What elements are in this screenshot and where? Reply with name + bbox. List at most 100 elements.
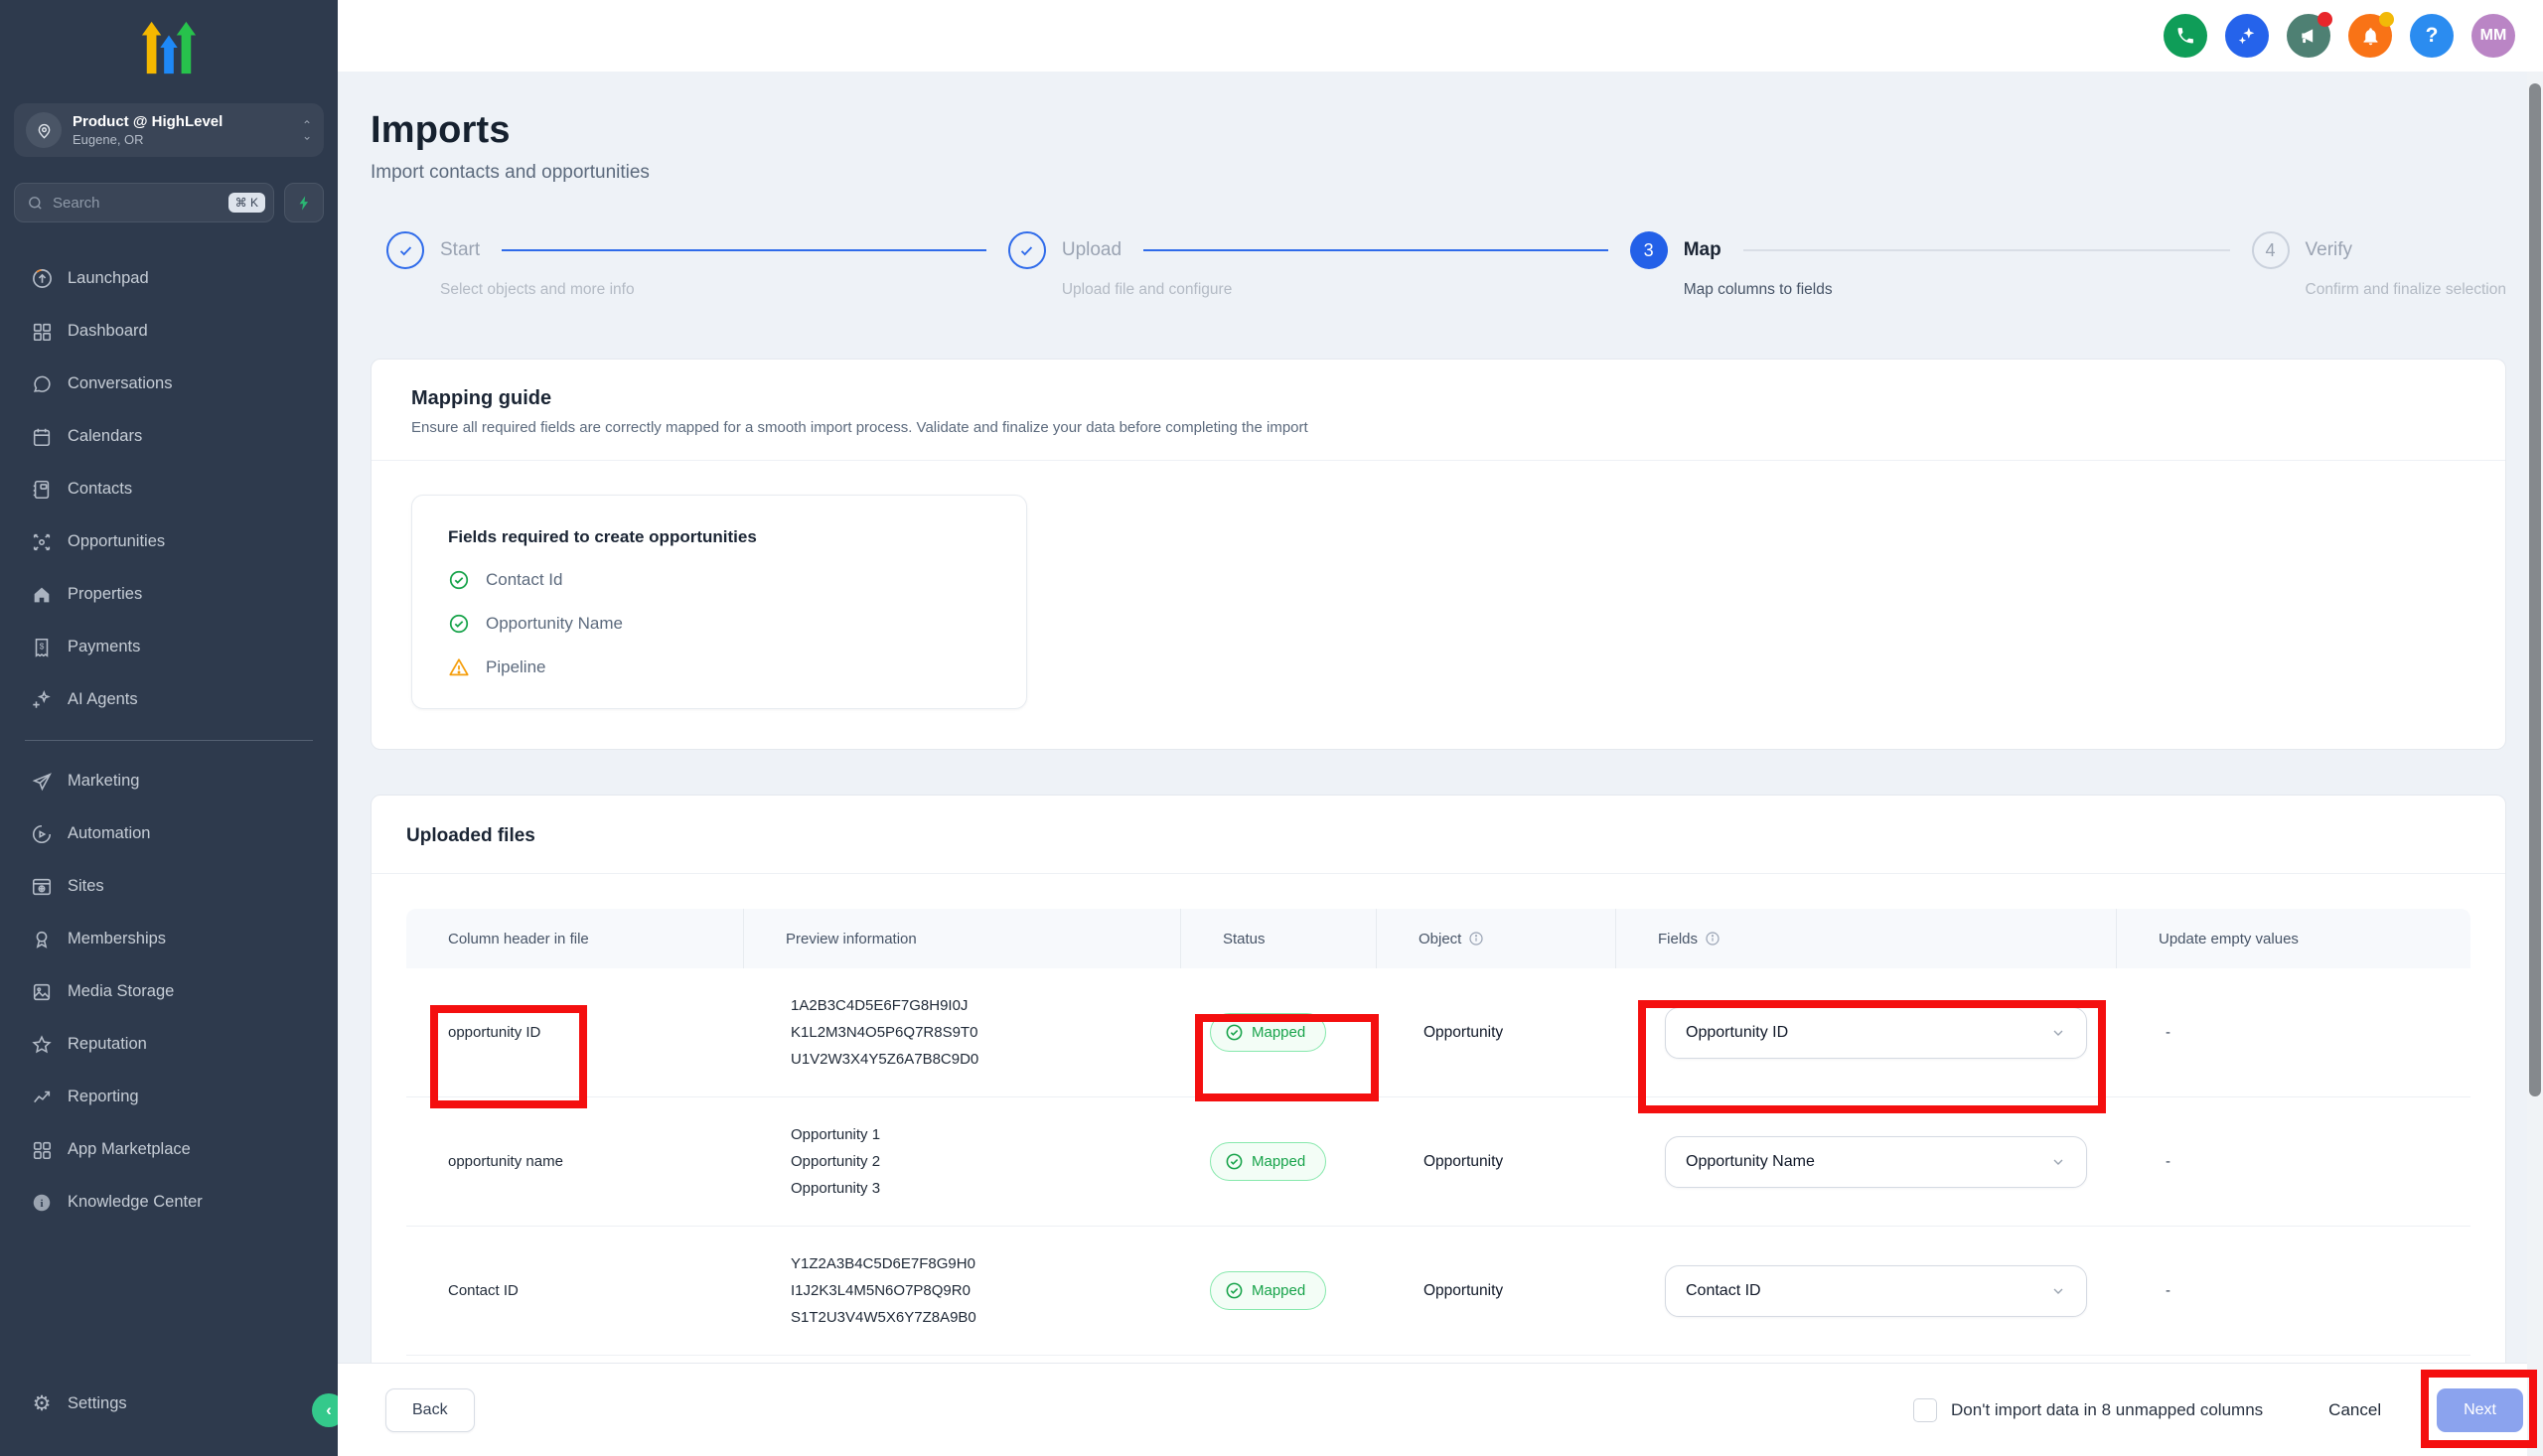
sidebar-item-knowledge-center[interactable]: i Knowledge Center xyxy=(0,1176,338,1229)
step-label: Verify xyxy=(2306,239,2353,261)
account-switcher[interactable]: Product @ HighLevel Eugene, OR ⌃⌃ xyxy=(14,103,324,157)
opportunities-network-icon xyxy=(30,530,54,554)
sidebar-item-contacts[interactable]: Contacts xyxy=(0,463,338,515)
step-upload[interactable]: Upload Upload file and configure xyxy=(1008,231,1630,299)
dont-import-checkbox[interactable] xyxy=(1913,1398,1937,1422)
required-field-label: Contact Id xyxy=(486,570,563,590)
cell-update-empty: - xyxy=(2116,1153,2470,1170)
star-icon xyxy=(30,1033,54,1057)
cancel-button[interactable]: Cancel xyxy=(2328,1400,2381,1420)
cell-preview: Opportunity 1 Opportunity 2 Opportunity … xyxy=(743,1121,1180,1202)
scrollbar-track[interactable] xyxy=(2527,72,2543,1456)
announcements-button[interactable] xyxy=(2287,14,2330,58)
required-field-label: Pipeline xyxy=(486,657,546,677)
sidebar-item-label: Dashboard xyxy=(68,322,148,341)
field-select[interactable]: Contact ID xyxy=(1665,1265,2087,1317)
sidebar-item-app-marketplace[interactable]: App Marketplace xyxy=(0,1123,338,1176)
sidebar-item-opportunities[interactable]: Opportunities xyxy=(0,515,338,568)
quick-actions-button[interactable] xyxy=(284,183,324,222)
status-badge: Mapped xyxy=(1210,1142,1326,1181)
back-button[interactable]: Back xyxy=(385,1388,475,1432)
info-icon[interactable] xyxy=(1468,931,1484,946)
mapping-guide-description: Ensure all required fields are correctly… xyxy=(411,419,2466,436)
sidebar-nav: Launchpad Dashboard Conversations Calend… xyxy=(0,252,338,1229)
cell-column-header: Contact ID xyxy=(406,1282,743,1299)
sidebar-item-marketing[interactable]: Marketing xyxy=(0,755,338,807)
step-sublabel: Select objects and more info xyxy=(440,281,1008,299)
cell-preview: 1A2B3C4D5E6F7G8H9I0J K1L2M3N4O5P6Q7R8S9T… xyxy=(743,992,1180,1073)
sidebar-item-automation[interactable]: Automation xyxy=(0,807,338,860)
svg-text:$: $ xyxy=(40,642,45,651)
step-sublabel: Map columns to fields xyxy=(1684,281,2252,299)
sidebar-item-conversations[interactable]: Conversations xyxy=(0,358,338,410)
topbar: ? MM xyxy=(338,0,2543,72)
table-header-row: Column header in file Preview informatio… xyxy=(406,909,2470,968)
next-button[interactable]: Next xyxy=(2437,1388,2523,1432)
field-select[interactable]: Opportunity ID xyxy=(1665,1007,2087,1059)
user-avatar[interactable]: MM xyxy=(2471,14,2515,58)
cell-preview: Y1Z2A3B4C5D6E7F8G9H0 I1J2K3L4M5N6O7P8Q9R… xyxy=(743,1250,1180,1331)
step-connector xyxy=(502,249,986,251)
check-circle-icon xyxy=(1225,1281,1244,1300)
step-number: 3 xyxy=(1630,231,1668,269)
sidebar-item-properties[interactable]: Properties xyxy=(0,568,338,621)
sidebar-item-memberships[interactable]: Memberships xyxy=(0,913,338,965)
sidebar-item-calendars[interactable]: Calendars xyxy=(0,410,338,463)
field-select[interactable]: Opportunity Name xyxy=(1665,1136,2087,1188)
sidebar-item-reputation[interactable]: Reputation xyxy=(0,1018,338,1071)
search-input[interactable]: Search ⌘ K xyxy=(14,183,274,222)
avatar-initials: MM xyxy=(2480,27,2507,45)
ai-sparkles-button[interactable] xyxy=(2225,14,2269,58)
help-button[interactable]: ? xyxy=(2410,14,2454,58)
sidebar-item-settings[interactable]: ⚙ Settings xyxy=(0,1378,338,1430)
dashboard-icon xyxy=(30,320,54,344)
highlevel-logo xyxy=(0,0,338,77)
footer-bar: Back Don't import data in 8 unmapped col… xyxy=(338,1363,2543,1456)
house-icon xyxy=(30,583,54,607)
sidebar-item-reporting[interactable]: Reporting xyxy=(0,1071,338,1123)
sidebar-divider xyxy=(25,740,313,741)
col-header-fields: Fields xyxy=(1615,909,2116,968)
check-circle-icon xyxy=(1225,1023,1244,1042)
notifications-button[interactable] xyxy=(2348,14,2392,58)
scrollbar-thumb[interactable] xyxy=(2529,83,2541,1096)
launchpad-icon xyxy=(30,267,54,291)
sidebar-item-label: AI Agents xyxy=(68,690,138,709)
sidebar-item-sites[interactable]: Sites xyxy=(0,860,338,913)
step-map[interactable]: 3 Map Map columns to fields xyxy=(1630,231,2252,299)
play-circle-icon xyxy=(30,822,54,846)
sidebar-item-media-storage[interactable]: Media Storage xyxy=(0,965,338,1018)
step-label: Map xyxy=(1684,239,1721,261)
search-placeholder: Search xyxy=(53,195,228,212)
account-name: Product @ HighLevel xyxy=(73,113,302,130)
table-row: Contact ID Y1Z2A3B4C5D6E7F8G9H0 I1J2K3L4… xyxy=(406,1227,2470,1356)
cell-object: Opportunity xyxy=(1376,1024,1615,1042)
sidebar-item-dashboard[interactable]: Dashboard xyxy=(0,305,338,358)
sidebar-item-payments[interactable]: $ Payments xyxy=(0,621,338,673)
cell-column-header: opportunity ID xyxy=(406,1024,743,1041)
sidebar-item-label: Conversations xyxy=(68,374,172,393)
sidebar-item-label: Calendars xyxy=(68,427,142,446)
calendar-icon xyxy=(30,425,54,449)
cell-status: Mapped xyxy=(1180,1013,1376,1052)
lightning-bolt-icon xyxy=(296,195,313,212)
step-sublabel: Upload file and configure xyxy=(1062,281,1630,299)
trend-up-icon xyxy=(30,1086,54,1109)
step-start[interactable]: Start Select objects and more info xyxy=(386,231,1008,299)
required-fields-card: Fields required to create opportunities … xyxy=(411,495,1027,709)
phone-icon xyxy=(2175,26,2195,46)
sidebar-item-ai-agents[interactable]: AI Agents xyxy=(0,673,338,726)
cell-field: Opportunity Name xyxy=(1615,1136,2116,1188)
info-icon[interactable] xyxy=(1705,931,1720,946)
phone-button[interactable] xyxy=(2164,14,2207,58)
step-verify[interactable]: 4 Verify Confirm and finalize selection xyxy=(2252,231,2506,299)
cell-object: Opportunity xyxy=(1376,1153,1615,1171)
page-title: Imports xyxy=(371,109,2506,152)
required-field-item: Pipeline xyxy=(448,656,990,678)
sidebar-item-launchpad[interactable]: Launchpad xyxy=(0,252,338,305)
mapping-table: Column header in file Preview informatio… xyxy=(406,909,2470,1356)
chevron-down-icon xyxy=(2050,1025,2066,1041)
location-pin-icon xyxy=(26,112,62,148)
info-circle-icon: i xyxy=(30,1191,54,1215)
highlevel-logo-icon xyxy=(138,20,200,77)
